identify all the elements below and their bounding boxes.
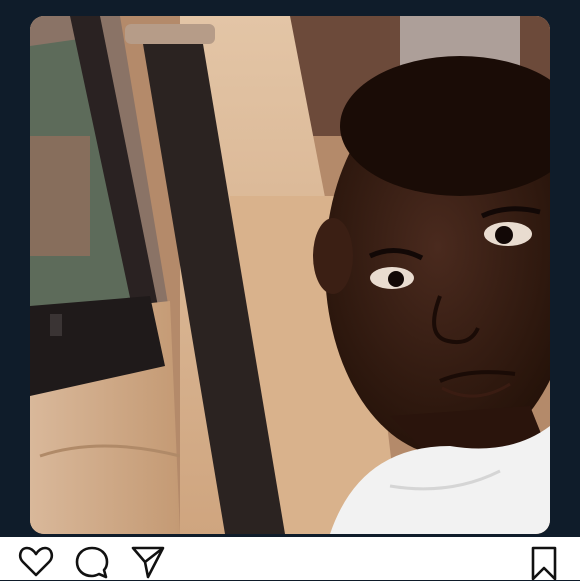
share-button[interactable] bbox=[130, 545, 166, 581]
save-button[interactable] bbox=[526, 545, 562, 581]
post-action-bar bbox=[0, 537, 580, 581]
like-button[interactable] bbox=[18, 545, 54, 581]
bookmark-icon bbox=[531, 546, 557, 581]
comment-icon bbox=[75, 546, 109, 579]
post-frame bbox=[0, 0, 580, 581]
send-icon bbox=[131, 546, 165, 579]
post-photo[interactable] bbox=[30, 16, 550, 534]
heart-icon bbox=[18, 546, 54, 577]
post-photo-art bbox=[30, 16, 550, 534]
comment-button[interactable] bbox=[74, 545, 110, 581]
